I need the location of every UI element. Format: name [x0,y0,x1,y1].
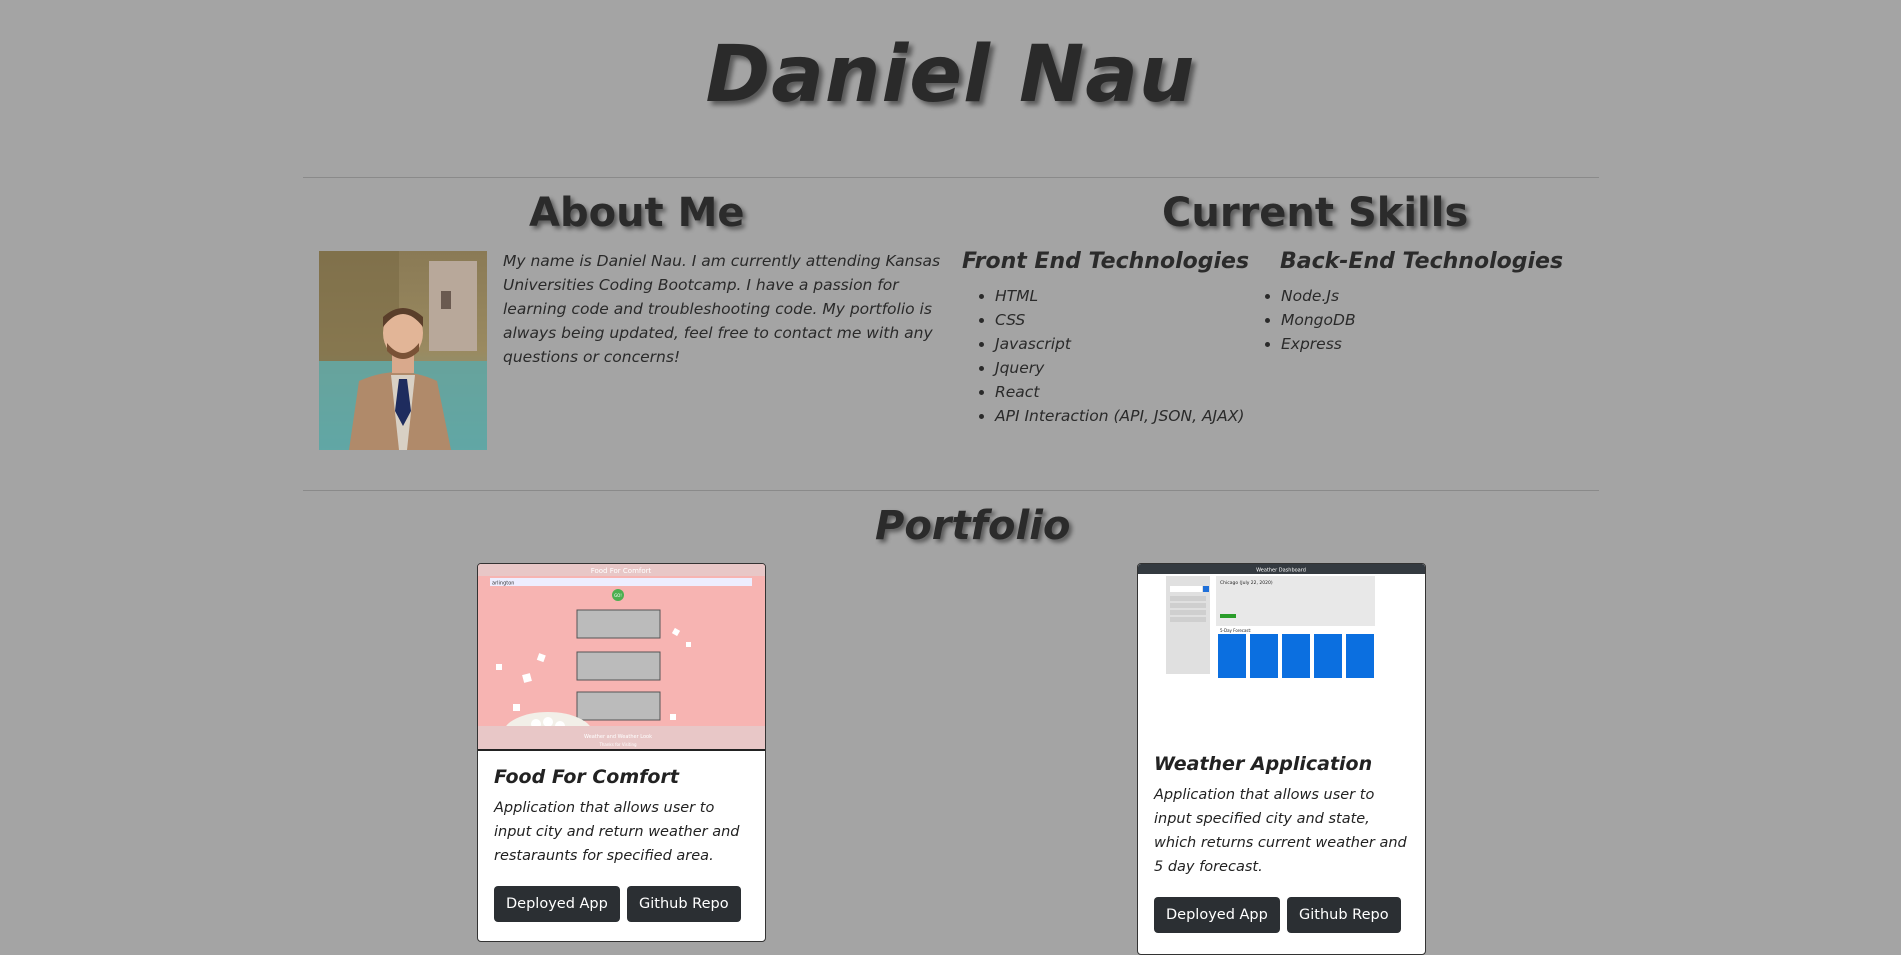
project-description: Application that allows user to input ci… [494,800,740,864]
project-screenshot: Food For Comfort arlington GO! Weather a… [478,564,765,751]
site-title: Daniel Nau [705,30,1196,120]
screenshot-go: GO! [614,593,622,598]
profile-photo [319,251,487,450]
skill-item: Jquery [995,356,1244,380]
deployed-app-button[interactable]: Deployed App [494,886,620,922]
project-card-food-for-comfort: Food For Comfort arlington GO! Weather a… [477,563,766,942]
screenshot-footer: Weather and Weather Look [584,734,652,740]
screenshot-current-title: Chicago (July 22, 2020) [1220,580,1273,586]
skill-item: Javascript [995,332,1244,356]
skill-item: API Interaction (API, JSON, AJAX) [995,404,1244,428]
front-end-heading: Front End Technologies [962,249,1250,274]
skill-item: MongoDB [1281,308,1356,332]
divider [303,177,1599,178]
screenshot-forecast-label: 5-Day Forecast: [1220,628,1251,633]
project-description: Application that allows user to input sp… [1154,787,1407,875]
project-title: Food For Comfort [494,766,679,788]
screenshot-footer-sub: Thanks for Visiting [598,742,637,747]
skill-item: Node.Js [1281,284,1356,308]
github-repo-button[interactable]: Github Repo [1287,897,1401,933]
github-repo-button[interactable]: Github Repo [627,886,741,922]
skill-item: Express [1281,332,1356,356]
screenshot-search: arlington [492,581,514,587]
skills-heading: Current Skills [1162,190,1469,236]
portfolio-heading: Portfolio [875,503,1071,549]
project-card-weather-application: Weather Dashboard Chicago (July 22, 2020… [1137,563,1426,955]
about-text: My name is Daniel Nau. I am currently at… [503,252,941,366]
back-end-list: Node.Js MongoDB Express [1250,284,1356,356]
divider [303,490,1599,491]
skill-item: CSS [995,308,1244,332]
project-title: Weather Application [1154,753,1373,775]
project-screenshot: Weather Dashboard Chicago (July 22, 2020… [1138,564,1425,684]
deployed-app-button[interactable]: Deployed App [1154,897,1280,933]
skill-item: HTML [995,284,1244,308]
skill-item: React [995,380,1244,404]
about-heading: About Me [529,190,745,236]
screenshot-header: Weather Dashboard [1256,568,1306,574]
front-end-list: HTML CSS Javascript Jquery React API Int… [964,284,1244,428]
screenshot-header: Food For Comfort [591,567,652,575]
back-end-heading: Back-End Technologies [1280,249,1564,274]
